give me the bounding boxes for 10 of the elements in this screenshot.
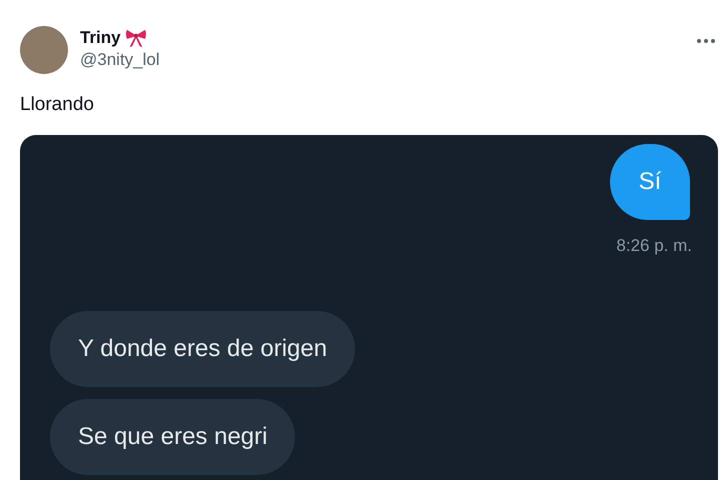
author-name[interactable]: Triny <box>80 28 121 48</box>
ribbon-icon <box>124 28 147 48</box>
received-message: Y donde eres de origen <box>50 311 356 387</box>
more-options-icon[interactable] <box>696 38 716 44</box>
tweet-text: Llorando <box>20 94 95 116</box>
received-message: Se que eres negri <box>50 399 296 475</box>
message-time: 8:26 p. m. <box>616 236 692 256</box>
avatar-photo-placeholder[interactable] <box>20 26 68 74</box>
author-handle[interactable]: @3nity_lol <box>80 50 684 70</box>
sent-message: Sí <box>610 144 690 220</box>
